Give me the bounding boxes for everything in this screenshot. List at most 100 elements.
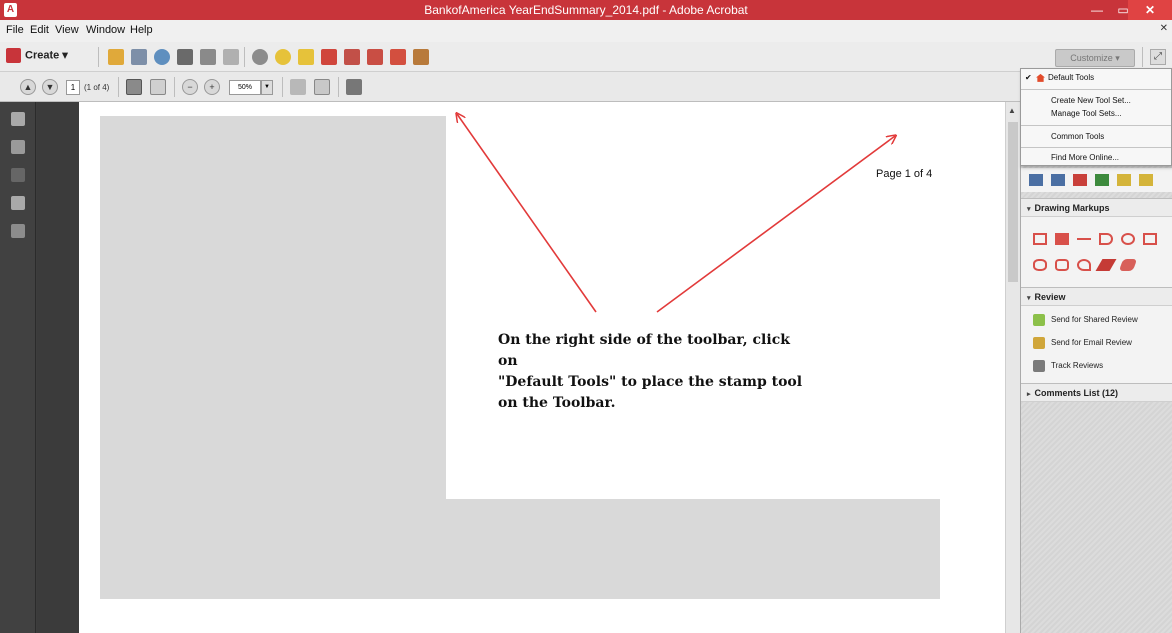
navigation-pane (0, 102, 36, 633)
drawing-markups-header[interactable]: ▾ Drawing Markups (1021, 199, 1172, 217)
zoom-out-button[interactable]: − (182, 79, 198, 95)
pdf-secure-icon[interactable] (390, 49, 406, 65)
annotation-arrows (79, 102, 1005, 313)
menu-view[interactable]: View (55, 24, 79, 36)
track-reviews-item[interactable]: Track Reviews (1033, 360, 1103, 372)
select-tool-icon[interactable] (126, 79, 142, 95)
layers-icon[interactable] (11, 196, 25, 210)
gear-icon[interactable] (252, 49, 268, 65)
menu-file[interactable]: File (6, 24, 24, 36)
line-tool-icon[interactable] (1077, 238, 1091, 240)
attachments-icon[interactable] (11, 224, 25, 238)
menu-window[interactable]: Window (86, 24, 125, 36)
eraser-tool-icon[interactable] (1118, 259, 1138, 271)
toolbar-separator (244, 47, 245, 67)
polygon-line-tool-icon[interactable] (1077, 259, 1091, 271)
rectangle-tool-icon[interactable] (1143, 233, 1157, 245)
zoom-level-input[interactable]: 50% (229, 80, 261, 95)
manage-tool-sets-item[interactable]: Manage Tool Sets... (1021, 109, 1171, 118)
arrow-tool-icon[interactable] (1099, 233, 1113, 245)
polygon-tool-icon[interactable] (1055, 259, 1069, 271)
home-icon (1036, 73, 1045, 82)
common-tools-item[interactable]: Common Tools (1021, 132, 1171, 141)
textbox-tool-icon[interactable] (1033, 233, 1047, 245)
stamp-icon[interactable] (413, 49, 429, 65)
scroll-thumb[interactable] (1008, 122, 1018, 282)
menu-separator (1021, 147, 1171, 148)
menu-edit[interactable]: Edit (30, 24, 49, 36)
send-shared-review-item[interactable]: Send for Shared Review (1033, 314, 1138, 326)
tools-pane: ▾ Drawing Markups ▾ Review Send for Shared… (1020, 102, 1172, 633)
pdf-combine-icon[interactable] (367, 49, 383, 65)
email-review-icon (1033, 337, 1045, 349)
text-markup-tools (1021, 168, 1172, 192)
scroll-up-icon[interactable]: ▲ (1008, 106, 1016, 115)
check-icon: ✔ (1025, 73, 1032, 82)
email-icon[interactable] (223, 49, 239, 65)
review-section: ▾ Review Send for Shared Review Send for … (1021, 287, 1172, 383)
track-reviews-icon (1033, 360, 1045, 372)
open-icon[interactable] (108, 49, 124, 65)
toolbar-separator (1142, 47, 1143, 67)
next-page-button[interactable]: ▼ (42, 79, 58, 95)
acrobat-window: A BankofAmerica YearEndSummary_2014.pdf … (0, 0, 1172, 633)
signatures-icon[interactable] (11, 168, 25, 182)
comments-list-header[interactable]: ▸ Comments List (12) (1021, 384, 1172, 402)
page-count-label: (1 of 4) (84, 83, 110, 92)
replace-text-icon[interactable] (1051, 174, 1065, 186)
toolbar-separator (338, 77, 339, 97)
page-number-input[interactable]: 1 (66, 80, 80, 95)
minimize-button[interactable]: — (1084, 0, 1110, 20)
callout-tool-icon[interactable] (1055, 233, 1069, 245)
create-new-tool-set-item[interactable]: Create New Tool Set... (1021, 96, 1171, 105)
full-screen-icon[interactable] (314, 79, 330, 95)
send-email-review-item[interactable]: Send for Email Review (1033, 337, 1132, 349)
menu-help[interactable]: Help (130, 24, 153, 36)
arrow-to-default-tools (656, 136, 895, 313)
customize-button[interactable]: Customize ▾ (1055, 49, 1135, 67)
comments-list-section: ▸ Comments List (12) (1021, 383, 1172, 402)
cloud-tool-icon[interactable] (1033, 259, 1047, 271)
main-toolbar: Create ▾ Customize ▾ ⤢ (0, 42, 1172, 72)
review-header[interactable]: ▾ Review (1021, 288, 1172, 306)
title-bar: A BankofAmerica YearEndSummary_2014.pdf … (0, 0, 1172, 20)
fit-page-icon[interactable] (290, 79, 306, 95)
add-note-text-icon[interactable] (1117, 174, 1131, 186)
previous-page-button[interactable]: ▲ (20, 79, 36, 95)
bookmarks-icon[interactable] (11, 140, 25, 154)
insert-text-icon[interactable] (1029, 174, 1043, 186)
save-icon[interactable] (131, 49, 147, 65)
strikethrough-icon[interactable] (1073, 174, 1087, 186)
document-view: Page 1 of 4 On the right side of the too… (37, 102, 1005, 633)
expand-icon[interactable]: ⤢ (1150, 49, 1166, 65)
pencil-tool-icon[interactable] (1095, 259, 1117, 271)
edit-icon[interactable] (200, 49, 216, 65)
oval-tool-icon[interactable] (1121, 233, 1135, 245)
vertical-scrollbar[interactable]: ▲ (1005, 102, 1020, 633)
read-mode-icon[interactable] (346, 79, 362, 95)
menu-bar: File Edit View Window Help ✕ (0, 20, 1172, 42)
sticky-note-icon[interactable] (298, 49, 314, 65)
pdf-export-icon[interactable] (344, 49, 360, 65)
page-thumbnails-icon[interactable] (11, 112, 25, 126)
toolbar-separator (282, 77, 283, 97)
underline-icon[interactable] (1095, 174, 1109, 186)
add-text-comment-icon[interactable] (1139, 174, 1153, 186)
close-button[interactable]: ✕ (1128, 0, 1172, 20)
zoom-dropdown-button[interactable]: ▼ (261, 80, 273, 95)
toolbar-separator (98, 47, 99, 67)
find-more-online-item[interactable]: Find More Online... (1021, 153, 1171, 162)
pdf-icon[interactable] (321, 49, 337, 65)
tool-sets-menu: ✔ Default Tools Create New Tool Set... M… (1020, 68, 1172, 166)
create-icon (6, 48, 21, 63)
create-button[interactable]: Create ▾ (6, 48, 68, 66)
hand-tool-icon[interactable] (150, 79, 166, 95)
drawing-markups-section: ▾ Drawing Markups (1021, 198, 1172, 290)
arrow-to-toolbar (457, 114, 597, 313)
cloud-icon[interactable] (154, 49, 170, 65)
print-icon[interactable] (177, 49, 193, 65)
comment-icon[interactable] (275, 49, 291, 65)
zoom-in-button[interactable]: + (204, 79, 220, 95)
pdf-page[interactable]: Page 1 of 4 On the right side of the too… (79, 102, 1005, 633)
close-document-icon[interactable]: ✕ (1160, 23, 1168, 34)
